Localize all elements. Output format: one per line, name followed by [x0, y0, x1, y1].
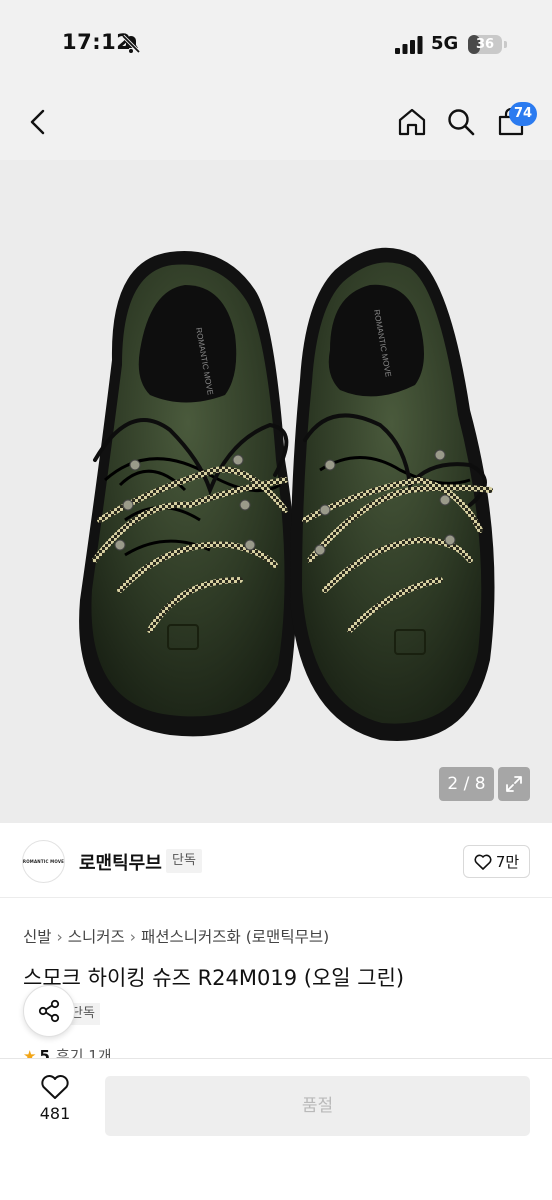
brand-like-count: 7만 [495, 853, 520, 871]
brand-like-button[interactable]: 7만 [463, 845, 530, 878]
wishlist-button[interactable]: 481 [26, 1074, 84, 1134]
product-title: 스모크 하이킹 슈즈 R24M019 (오일 그린) [23, 966, 405, 990]
brand-name[interactable]: 로맨틱무브 [79, 849, 162, 875]
brand-logo-text: ROMANTIC MOVE [22, 859, 65, 864]
chevron-right-icon: › [56, 928, 63, 946]
left-shoe: ROMANTIC MOVE [79, 251, 297, 737]
signal-icon [395, 36, 423, 54]
breadcrumb-item[interactable]: 스니커즈 [68, 928, 125, 946]
back-arrow-icon [30, 109, 45, 135]
battery-tip [504, 41, 507, 48]
breadcrumb-item[interactable]: (로맨틱무브) [246, 928, 329, 946]
breadcrumb-item[interactable]: 패션스니커즈화 [141, 928, 241, 946]
image-page-indicator: 2 / 8 [439, 767, 494, 801]
shoe-photo: ROMANTIC MOVE ROMANTIC MOVE [79, 247, 495, 741]
heart-icon [41, 1075, 69, 1099]
battery-icon: 36 [468, 35, 502, 54]
network-label: 5G [431, 33, 459, 54]
soldout-button[interactable]: 품절 [105, 1076, 530, 1136]
expand-icon [506, 776, 522, 792]
search-button[interactable] [443, 104, 479, 140]
cart-count-badge: 74 [509, 102, 538, 126]
heart-icon [474, 854, 492, 870]
share-button[interactable] [23, 985, 75, 1037]
home-icon [398, 108, 426, 136]
battery-percent: 36 [475, 37, 495, 52]
search-icon [448, 109, 475, 136]
brand-row: ROMANTIC MOVE 로맨틱무브 단독 7만 [0, 823, 552, 898]
brand-logo[interactable]: ROMANTIC MOVE [22, 840, 65, 883]
product-image[interactable]: ROMANTIC MOVE ROMANTIC MOVE 2 / 8 [0, 160, 552, 823]
chevron-right-icon: › [129, 928, 136, 946]
status-bar: 17:12 5G 36 [0, 0, 552, 90]
share-icon [38, 999, 60, 1023]
expand-image-button[interactable] [498, 767, 530, 801]
breadcrumb-item[interactable]: 신발 [23, 928, 52, 946]
wishlist-count: 481 [39, 1104, 71, 1123]
brand-exclusive-tag: 단독 [166, 849, 202, 873]
bell-off-icon [121, 34, 141, 54]
breadcrumb: 신발 › 스니커즈 › 패션스니커즈화 (로맨틱무브) [23, 925, 329, 947]
nav-bar [0, 90, 552, 160]
back-button[interactable] [20, 104, 56, 140]
home-button[interactable] [394, 104, 430, 140]
